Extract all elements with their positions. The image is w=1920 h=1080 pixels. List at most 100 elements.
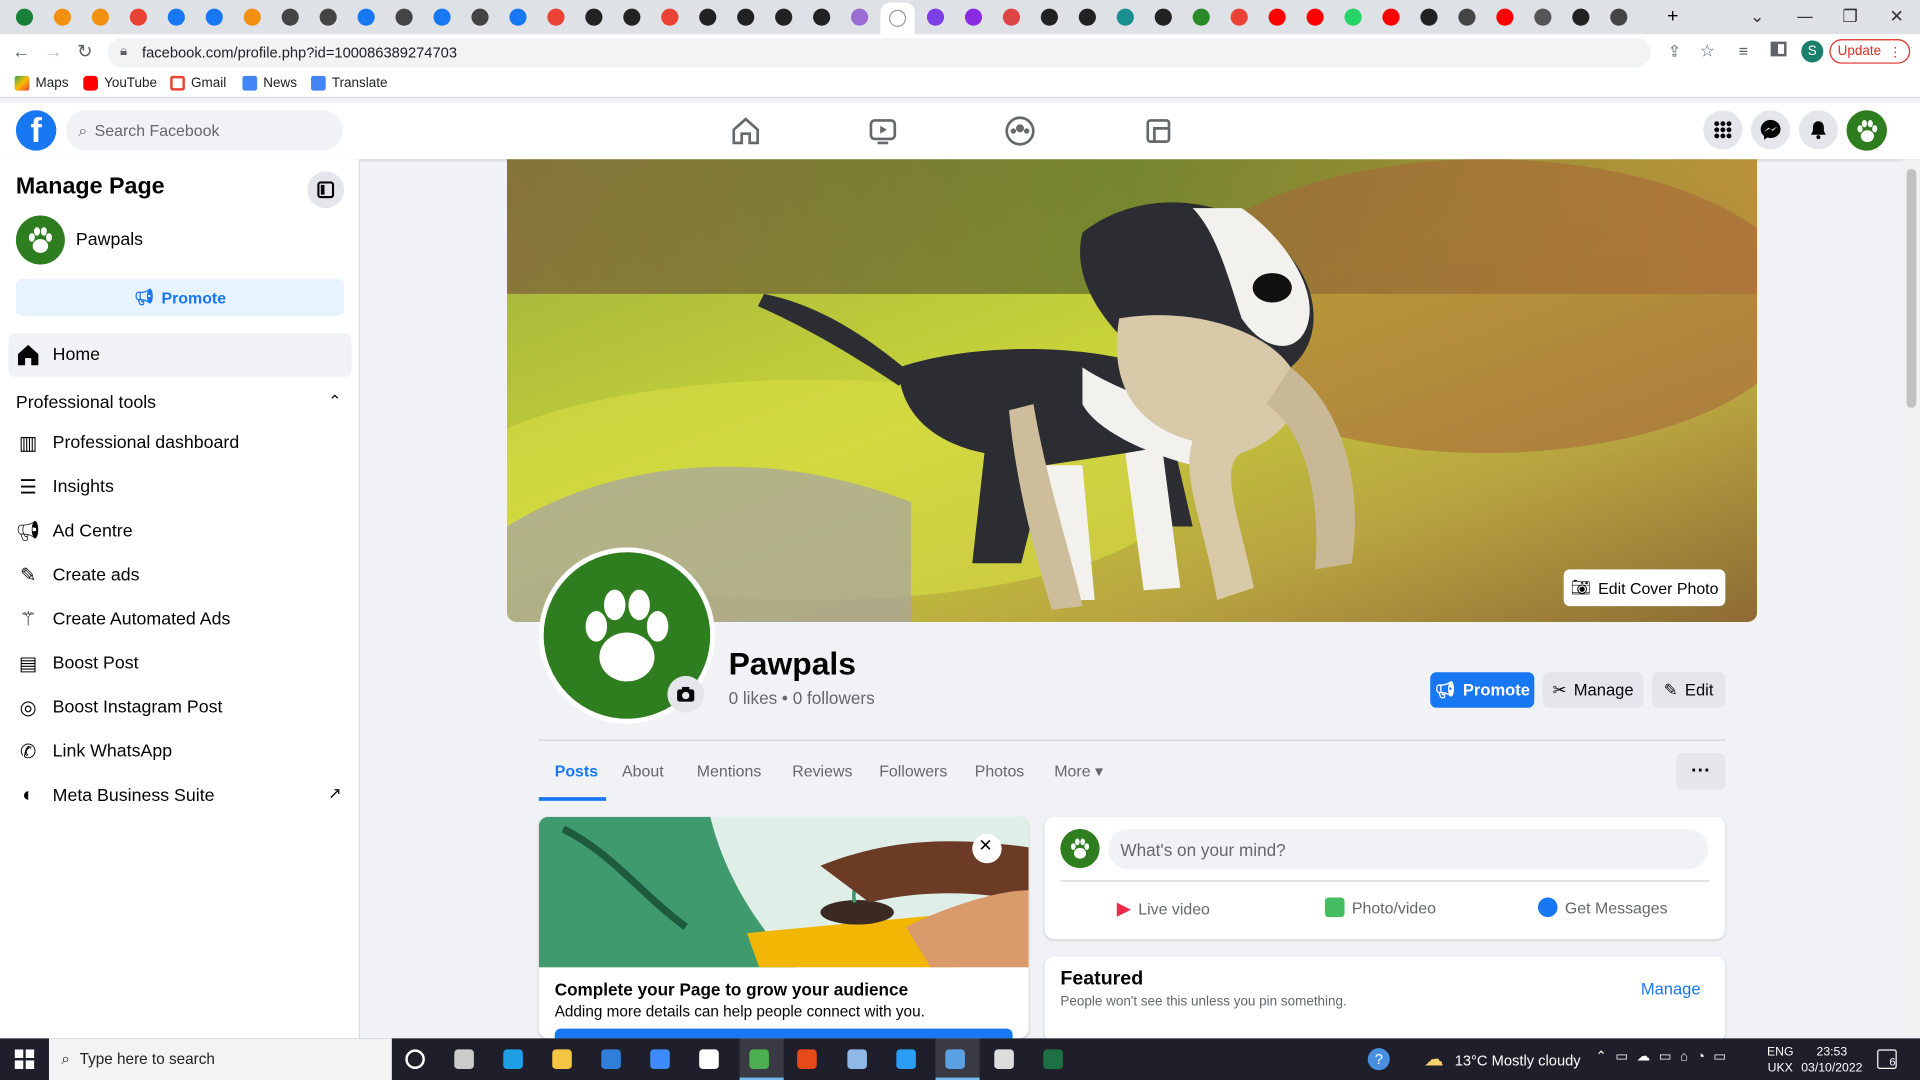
tab-search-icon[interactable]: ⌄ <box>1734 0 1781 34</box>
profile-avatar[interactable]: S <box>1801 40 1824 63</box>
maximize-button[interactable]: ❐ <box>1827 0 1874 34</box>
office-icon[interactable] <box>797 1049 817 1069</box>
photo-video-button[interactable]: Photo/video <box>1324 897 1436 918</box>
browser-tab[interactable] <box>615 5 649 29</box>
bookmark-youtube[interactable]: YouTube <box>83 75 157 91</box>
browser-tab[interactable] <box>1032 5 1066 29</box>
close-card-icon[interactable]: ✕ <box>978 835 992 856</box>
reload-icon[interactable]: ↻ <box>77 40 92 63</box>
bookmark-gmail[interactable]: Gmail <box>170 75 226 91</box>
vscode-icon[interactable] <box>896 1049 916 1069</box>
browser-tab[interactable] <box>1374 5 1408 29</box>
browser-tab[interactable] <box>387 5 421 29</box>
browser-tab[interactable] <box>349 5 383 29</box>
browser-tab[interactable] <box>1488 5 1522 29</box>
photos-icon[interactable] <box>945 1049 965 1069</box>
forward-icon[interactable]: → <box>44 42 62 63</box>
notifications-bell-icon[interactable] <box>1798 110 1838 150</box>
composer-avatar[interactable] <box>1060 828 1100 869</box>
browser-tab[interactable] <box>729 5 763 29</box>
search-facebook-input[interactable]: ⌕ Search Facebook <box>66 110 343 151</box>
composer-input[interactable]: What's on your mind? <box>1108 828 1709 870</box>
browser-tab[interactable] <box>1526 5 1560 29</box>
windows-start-icon[interactable] <box>14 1049 35 1069</box>
edge-icon[interactable] <box>503 1049 523 1069</box>
account-avatar[interactable] <box>1846 110 1887 151</box>
help-icon[interactable]: ? <box>1367 1048 1390 1071</box>
sidebar-item-insights[interactable]: ☰ Insights <box>16 465 113 509</box>
sidebar-item-meta-business-suite[interactable]: ◐ Meta Business Suite <box>16 774 215 818</box>
cover-photo[interactable] <box>506 159 1758 623</box>
browser-tab[interactable] <box>83 5 117 29</box>
tab-mentions[interactable]: Mentions <box>697 762 762 780</box>
lock-icon[interactable]: 🔒︎ <box>120 44 127 60</box>
edit-cover-photo-button[interactable]: 📷︎ Edit Cover Photo <box>1563 569 1726 607</box>
sidebar-item-create-automated-ads[interactable]: ⚚ Create Automated Ads <box>16 598 230 642</box>
language-indicator[interactable]: ENG UKX <box>1767 1044 1794 1076</box>
url-text[interactable]: facebook.com/profile.php?id=100086389274… <box>142 44 457 61</box>
mail-icon[interactable] <box>601 1049 621 1069</box>
clock[interactable]: 23:53 03/10/2022 <box>1800 1044 1864 1076</box>
update-profile-picture-camera-icon[interactable] <box>667 675 705 713</box>
close-window-button[interactable]: ✕ <box>1873 0 1920 34</box>
browser-tab[interactable] <box>1412 5 1446 29</box>
dropbox-icon[interactable] <box>650 1049 670 1069</box>
sidebar-item-create-ads[interactable]: ✎ Create ads <box>16 553 140 597</box>
facebook-logo[interactable]: f <box>15 110 57 151</box>
more-options-button[interactable]: ··· <box>1676 753 1726 790</box>
browser-tab[interactable] <box>1298 5 1332 29</box>
update-button[interactable]: Update ⋮ <box>1829 39 1911 64</box>
browser-tab[interactable] <box>1564 5 1598 29</box>
bookmark-news[interactable]: News <box>242 75 297 91</box>
messenger-icon[interactable] <box>1751 110 1791 150</box>
featured-manage-link[interactable]: Manage <box>1641 980 1701 998</box>
sidebar-page-name[interactable]: Pawpals <box>76 230 143 250</box>
browser-tab[interactable] <box>7 5 41 29</box>
task-view-icon[interactable] <box>454 1049 474 1069</box>
watch-icon[interactable] <box>867 115 899 147</box>
browser-tab[interactable] <box>311 5 345 29</box>
cortana-icon[interactable] <box>405 1049 425 1069</box>
browser-tab[interactable] <box>691 5 725 29</box>
file-explorer-icon[interactable] <box>552 1049 572 1069</box>
page-stats[interactable]: 0 likes • 0 followers <box>729 688 875 708</box>
browser-tab[interactable] <box>653 5 687 29</box>
back-icon[interactable]: ← <box>12 42 30 63</box>
weather-text[interactable]: 13°C Mostly cloudy <box>1455 1052 1581 1069</box>
sidebar-item-professional-dashboard[interactable]: ▥ Professional dashboard <box>16 421 239 465</box>
browser-tab[interactable] <box>577 5 611 29</box>
menu-grid-icon[interactable] <box>1703 110 1743 150</box>
sidebar-item-boost-post[interactable]: ▤ Boost Post <box>16 642 139 686</box>
chevron-up-icon[interactable]: ⌃ <box>328 392 341 412</box>
browser-tab[interactable] <box>425 5 459 29</box>
tab-more[interactable]: More ▾ <box>1054 762 1103 782</box>
browser-tab[interactable] <box>1260 5 1294 29</box>
sidebar-item-ad-centre[interactable]: 📢︎ Ad Centre <box>16 509 133 553</box>
tab-photos[interactable]: Photos <box>975 762 1025 780</box>
bookmark-translate[interactable]: Translate <box>311 75 387 91</box>
promote-button[interactable]: 📢︎ Promote <box>1430 672 1535 708</box>
collapse-sidebar-icon[interactable] <box>307 171 345 209</box>
sidebar-item-boost-instagram-post[interactable]: ◎ Boost Instagram Post <box>16 686 223 730</box>
sidebar-home-row[interactable]: Home <box>16 333 100 377</box>
tab-followers[interactable]: Followers <box>879 762 947 780</box>
browser-tab[interactable] <box>842 5 876 29</box>
browser-tab[interactable] <box>539 5 573 29</box>
external-link-icon[interactable]: ↗ <box>328 784 341 804</box>
reading-list-icon[interactable]: ≡ <box>1739 42 1748 60</box>
home-icon[interactable] <box>730 115 762 147</box>
browser-tab[interactable] <box>767 5 801 29</box>
browser-tab[interactable] <box>235 5 269 29</box>
browser-tab[interactable] <box>1450 5 1484 29</box>
chrome-icon[interactable] <box>749 1049 769 1069</box>
browser-tab[interactable] <box>1336 5 1370 29</box>
edit-button[interactable]: ✎ Edit <box>1651 672 1726 708</box>
manage-button[interactable]: ✂︎ Manage <box>1542 672 1644 708</box>
live-video-button[interactable]: ▶︎ Live video <box>1117 898 1210 920</box>
tab-about[interactable]: About <box>622 762 664 780</box>
browser-tab[interactable] <box>804 5 838 29</box>
browser-tab[interactable] <box>994 5 1028 29</box>
bookmark-maps[interactable]: Maps <box>14 75 68 91</box>
notification-center-icon[interactable]: 6 <box>1877 1049 1897 1069</box>
browser-tab[interactable] <box>1146 5 1180 29</box>
